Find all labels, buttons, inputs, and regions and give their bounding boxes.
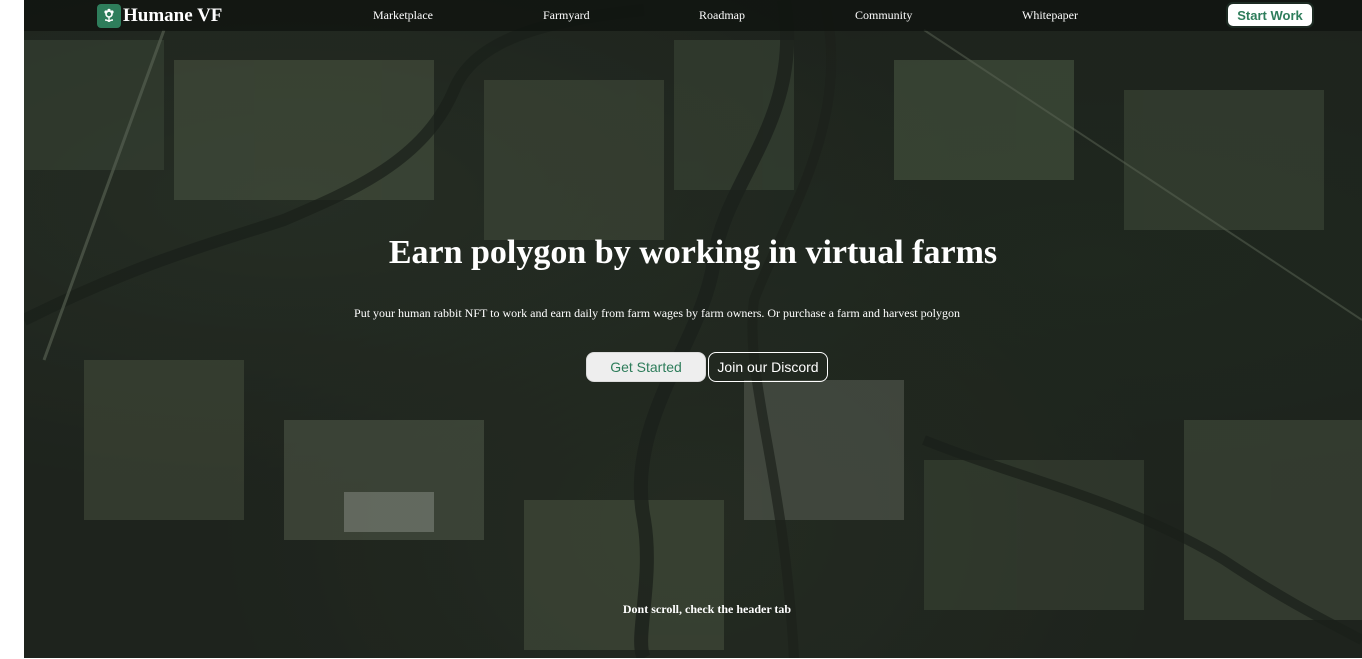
- scroll-hint: Dont scroll, check the header tab: [622, 602, 792, 616]
- header-nav: Humane VF Marketplace Farmyard Roadmap C…: [24, 0, 1362, 31]
- brand-name: Humane VF: [123, 5, 223, 26]
- plant-icon: [97, 4, 121, 28]
- hero-section: Humane VF Marketplace Farmyard Roadmap C…: [24, 0, 1362, 658]
- get-started-button[interactable]: Get Started: [586, 352, 706, 382]
- brand-logo[interactable]: Humane VF: [97, 4, 222, 28]
- hero-title: Earn polygon by working in virtual farms: [388, 234, 998, 271]
- nav-link-community[interactable]: Community: [855, 8, 912, 23]
- join-discord-button[interactable]: Join our Discord: [708, 352, 828, 382]
- hero-subtitle: Put your human rabbit NFT to work and ea…: [354, 306, 960, 320]
- nav-link-farmyard[interactable]: Farmyard: [543, 8, 590, 23]
- nav-link-marketplace[interactable]: Marketplace: [373, 8, 433, 23]
- farmland-background-image: [24, 0, 1362, 658]
- start-work-button[interactable]: Start Work: [1226, 2, 1314, 28]
- nav-link-whitepaper[interactable]: Whitepaper: [1022, 8, 1078, 23]
- nav-link-roadmap[interactable]: Roadmap: [699, 8, 745, 23]
